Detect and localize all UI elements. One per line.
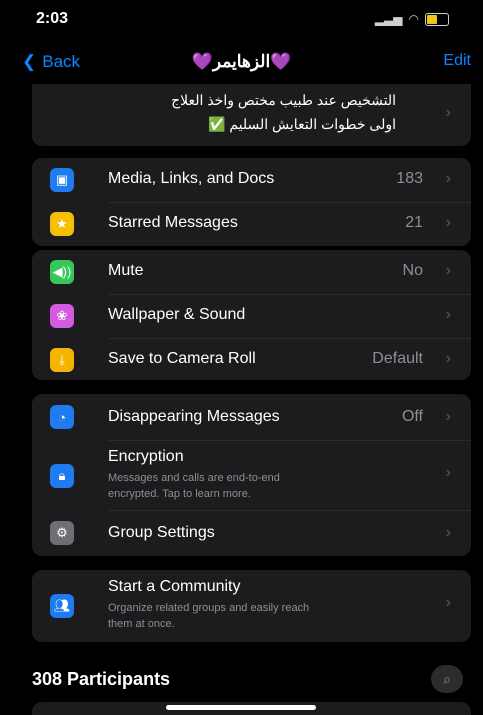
group-description[interactable]: التشخيص عند طبيب مختص واخذ العلاج اولى خ… bbox=[32, 84, 471, 146]
chevron-right-icon: › bbox=[445, 170, 451, 187]
row-value: 21 bbox=[405, 214, 423, 231]
starred-messages-row[interactable]: ★ Starred Messages 21 › bbox=[32, 202, 471, 246]
lock-icon: 🔒︎ bbox=[50, 464, 74, 488]
media-section: ▣ Media, Links, and Docs 183 › ★ Starred… bbox=[32, 158, 471, 246]
community-subtitle: them at once. bbox=[108, 618, 175, 630]
start-community-row[interactable]: 👥︎ Start a Community Organize related gr… bbox=[32, 570, 471, 642]
encryption-subtitle: Messages and calls are end-to-end bbox=[108, 472, 280, 484]
row-label: Mute bbox=[108, 262, 144, 279]
encryption-row[interactable]: 🔒︎ Encryption Messages and calls are end… bbox=[32, 440, 471, 510]
group-settings-row[interactable]: ⚙ Group Settings › bbox=[32, 510, 471, 556]
row-label: Save to Camera Roll bbox=[108, 350, 256, 367]
save-camera-roll-row[interactable]: ⤓ Save to Camera Roll Default › bbox=[32, 338, 471, 380]
search-icon: ⌕ bbox=[443, 670, 451, 687]
row-value: 183 bbox=[396, 170, 423, 187]
search-participants-button[interactable]: ⌕ bbox=[431, 665, 463, 693]
row-label: Disappearing Messages bbox=[108, 408, 280, 425]
row-label: Starred Messages bbox=[108, 214, 238, 231]
row-value: Default bbox=[372, 350, 423, 367]
chevron-right-icon: › bbox=[445, 594, 451, 611]
photo-icon: ▣ bbox=[50, 168, 74, 192]
battery-icon bbox=[425, 12, 449, 26]
chevron-right-icon: › bbox=[445, 464, 451, 481]
speaker-icon: ◀)) bbox=[50, 260, 74, 284]
timer-icon: ◔ bbox=[50, 405, 74, 429]
chevron-right-icon: › bbox=[445, 350, 451, 367]
download-icon: ⤓ bbox=[50, 348, 74, 372]
row-label: Encryption bbox=[108, 448, 184, 465]
community-section: 👥︎ Start a Community Organize related gr… bbox=[32, 570, 471, 642]
disappearing-messages-row[interactable]: ◔ Disappearing Messages Off › bbox=[32, 394, 471, 440]
status-icons: ▂▃▅ ◠ bbox=[375, 12, 449, 26]
participants-heading: 308 Participants bbox=[32, 669, 171, 689]
wifi-icon: ◠ bbox=[408, 12, 419, 26]
description-line: اولى خطوات التعايش السليم ✅ bbox=[208, 116, 396, 132]
media-links-docs-row[interactable]: ▣ Media, Links, and Docs 183 › bbox=[32, 158, 471, 202]
gear-icon: ⚙ bbox=[50, 521, 74, 545]
chevron-right-icon: › bbox=[445, 262, 451, 279]
chevron-right-icon: › bbox=[445, 306, 451, 323]
status-bar: 2:03 ▂▃▅ ◠ bbox=[0, 0, 483, 40]
row-label: Wallpaper & Sound bbox=[108, 306, 246, 323]
chevron-right-icon: › bbox=[445, 104, 451, 121]
page-title: 💜الزهايمر💜 bbox=[191, 52, 292, 71]
community-icon: 👥︎ bbox=[50, 594, 74, 618]
privacy-section: ◔ Disappearing Messages Off › 🔒︎ Encrypt… bbox=[32, 394, 471, 556]
signal-icon: ▂▃▅ bbox=[374, 12, 403, 26]
community-subtitle: Organize related groups and easily reach bbox=[108, 602, 310, 614]
star-icon: ★ bbox=[50, 212, 74, 236]
row-label: Media, Links, and Docs bbox=[108, 170, 275, 187]
row-label: Group Settings bbox=[108, 524, 215, 541]
status-time: 2:03 bbox=[36, 10, 69, 27]
encryption-subtitle: encrypted. Tap to learn more. bbox=[108, 488, 251, 500]
chevron-right-icon: › bbox=[445, 214, 451, 231]
chevron-right-icon: › bbox=[445, 408, 451, 425]
row-label: Start a Community bbox=[108, 578, 241, 595]
edit-button[interactable]: Edit bbox=[443, 52, 471, 70]
row-value: No bbox=[402, 262, 423, 279]
home-indicator bbox=[166, 705, 316, 710]
mute-row[interactable]: ◀)) Mute No › bbox=[32, 250, 471, 294]
wallpaper-sound-row[interactable]: ❀ Wallpaper & Sound › bbox=[32, 294, 471, 338]
description-line: التشخيص عند طبيب مختص واخذ العلاج bbox=[171, 92, 396, 108]
chevron-right-icon: › bbox=[445, 524, 451, 541]
row-value: Off bbox=[401, 408, 423, 425]
settings-section: ◀)) Mute No › ❀ Wallpaper & Sound › ⤓ Sa… bbox=[32, 250, 471, 380]
flower-icon: ❀ bbox=[50, 304, 74, 328]
nav-bar: ❮ Back 💜الزهايمر💜 Edit bbox=[0, 44, 483, 80]
